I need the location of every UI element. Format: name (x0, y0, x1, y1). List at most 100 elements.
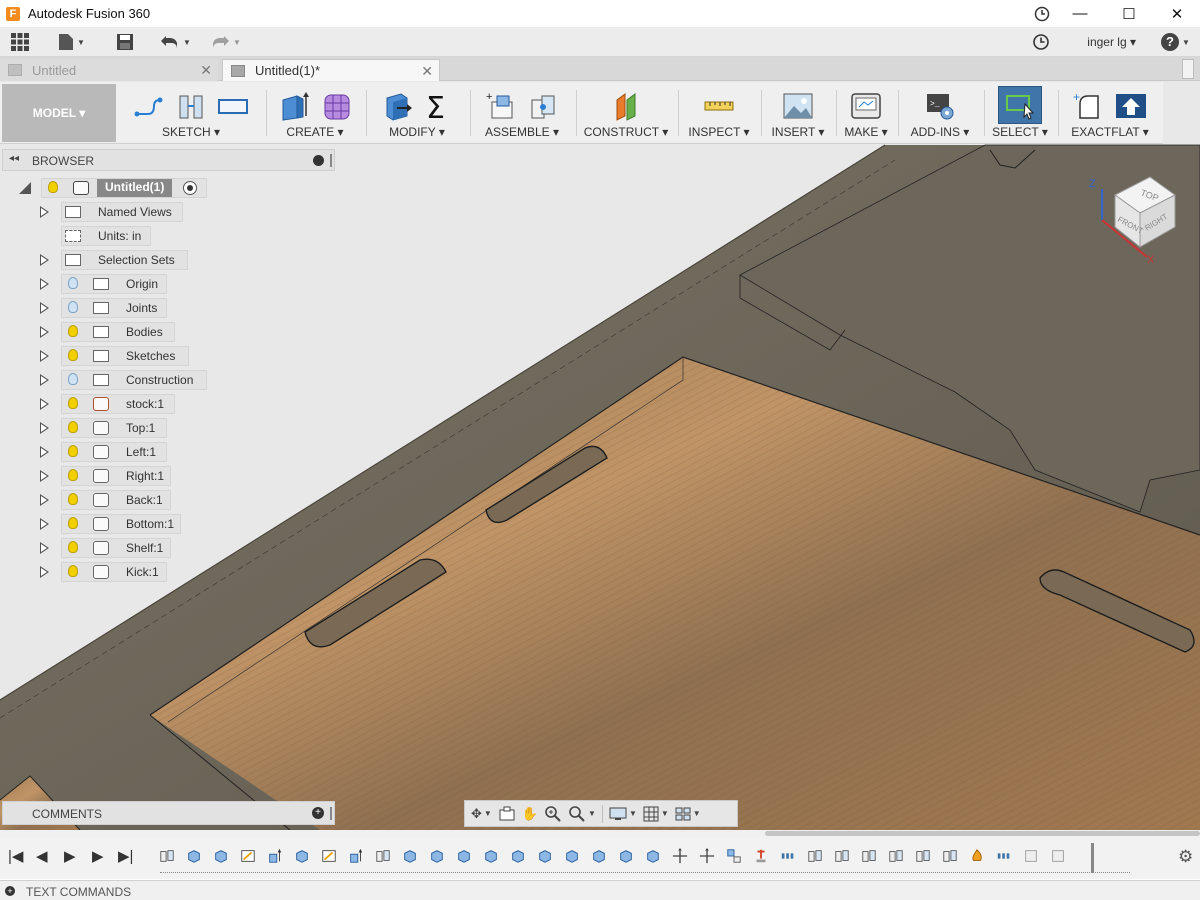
make-group[interactable]: MAKE ▾ (838, 84, 894, 142)
comments-panel[interactable]: COMMENTS + (2, 801, 335, 825)
timeline-feature-joint-icon[interactable] (833, 848, 851, 864)
timeline-feature-box-icon[interactable] (212, 848, 230, 864)
expand-arrow-icon[interactable] (40, 350, 49, 362)
timeline-feature-box-icon[interactable] (590, 848, 608, 864)
timeline-feature-box-icon[interactable] (617, 848, 635, 864)
tab-untitled-1[interactable]: Untitled(1)* ✕ (222, 59, 440, 81)
activate-radio-icon[interactable] (183, 181, 197, 195)
timeline-scroll-thumb[interactable] (765, 831, 1200, 836)
job-status-clock-icon[interactable] (1032, 31, 1050, 53)
visibility-bulb-icon[interactable] (68, 469, 78, 481)
timeline-feature-move-icon[interactable] (671, 848, 689, 864)
joint-icon[interactable] (526, 90, 560, 122)
undo-icon[interactable]: ▼ (160, 31, 191, 53)
3d-print-icon[interactable] (849, 90, 883, 122)
expand-arrow-icon[interactable] (40, 446, 49, 458)
sketch-dimension-icon[interactable] (174, 90, 208, 122)
select-window-icon[interactable] (1003, 90, 1037, 122)
press-pull-icon[interactable] (379, 90, 413, 122)
orbit-icon[interactable]: ✥ ▼ (471, 805, 492, 823)
timeline-feature-extrude-icon[interactable] (347, 848, 365, 864)
visibility-bulb-icon[interactable] (68, 421, 78, 433)
look-at-icon[interactable] (498, 805, 516, 823)
assemble-group[interactable]: + ASSEMBLE ▾ (472, 84, 572, 142)
expand-arrow-icon[interactable] (40, 422, 49, 434)
timeline-feature-dots-icon[interactable] (779, 848, 797, 864)
tab-untitled[interactable]: Untitled ✕ (0, 59, 218, 81)
viewcube[interactable]: TOP FRONT RIGHT Z X (1085, 165, 1185, 265)
timeline-feature-dots-icon[interactable] (995, 848, 1013, 864)
timeline-feature-dim-icon[interactable] (1022, 848, 1040, 864)
browser-pin-icon[interactable] (313, 155, 324, 166)
create-group[interactable]: CREATE ▾ (268, 84, 362, 142)
add-ins-group[interactable]: >_ ADD-INS ▾ (900, 84, 980, 142)
offset-plane-icon[interactable] (609, 90, 643, 122)
visibility-bulb-icon[interactable] (68, 277, 78, 289)
expand-arrow-icon[interactable] (40, 398, 49, 410)
visibility-bulb-icon[interactable] (68, 325, 78, 337)
exactflat-upload-icon[interactable] (1114, 90, 1148, 122)
timeline-feature-box-icon[interactable] (293, 848, 311, 864)
close-button[interactable]: ✕ (1154, 0, 1200, 27)
timeline-feature-extrude-icon[interactable] (266, 848, 284, 864)
timeline-feature-box-icon[interactable] (509, 848, 527, 864)
insert-image-icon[interactable] (781, 90, 815, 122)
collapse-browser-icon[interactable]: ◂◂ (9, 153, 19, 164)
workspace-switcher[interactable]: MODEL ▾ (2, 84, 116, 142)
modify-group[interactable]: Σ MODIFY ▾ (370, 84, 464, 142)
visibility-bulb-icon[interactable] (68, 445, 78, 457)
expand-arrow-icon[interactable] (40, 470, 49, 482)
grid-settings-icon[interactable]: ▼ (643, 805, 669, 823)
fit-zoom-icon[interactable]: ▼ (568, 805, 596, 823)
select-group[interactable]: SELECT ▾ (986, 84, 1054, 142)
expand-arrow-icon[interactable] (40, 206, 49, 218)
extrude-icon[interactable] (277, 90, 311, 122)
expand-text-commands-icon[interactable]: + (5, 886, 15, 896)
timeline-feature-joint-icon[interactable] (860, 848, 878, 864)
visibility-bulb-icon[interactable] (68, 349, 78, 361)
file-menu-icon[interactable]: ▼ (58, 31, 85, 53)
construct-group[interactable]: CONSTRUCT ▾ (578, 84, 674, 142)
go-to-start-button[interactable]: |◀ (8, 847, 23, 865)
timeline-feature-joint-icon[interactable] (941, 848, 959, 864)
visibility-bulb-icon[interactable] (68, 541, 78, 553)
timeline-feature-box-icon[interactable] (536, 848, 554, 864)
visibility-bulb-icon[interactable] (68, 301, 78, 313)
timeline-feature-box-icon[interactable] (185, 848, 203, 864)
visibility-bulb-icon[interactable] (68, 565, 78, 577)
go-to-end-button[interactable]: ▶| (118, 847, 133, 865)
exactflat-new-icon[interactable]: + (1072, 90, 1106, 122)
timeline-feature-joint-icon[interactable] (158, 848, 176, 864)
step-forward-button[interactable]: ▶ (92, 847, 104, 865)
timeline-feature-box-icon[interactable] (563, 848, 581, 864)
timeline-feature-joint-icon[interactable] (374, 848, 392, 864)
text-commands-panel[interactable]: + TEXT COMMANDS (0, 880, 1200, 900)
timeline-feature-joint-icon[interactable] (806, 848, 824, 864)
save-icon[interactable] (116, 31, 134, 53)
measure-icon[interactable] (702, 90, 736, 122)
browser-panel-header[interactable]: ◂◂ BROWSER (2, 149, 335, 171)
minimize-button[interactable]: — (1057, 0, 1103, 27)
timeline-scroll[interactable] (0, 830, 1200, 837)
expand-arrow-icon[interactable] (40, 566, 49, 578)
timeline-feature-pin-icon[interactable] (752, 848, 770, 864)
exactflat-group[interactable]: + EXACTFLAT ▾ (1060, 84, 1160, 142)
visibility-bulb-icon[interactable] (48, 181, 58, 193)
maximize-button[interactable]: ☐ (1106, 0, 1152, 27)
insert-group[interactable]: INSERT ▾ (763, 84, 833, 142)
sigma-icon[interactable]: Σ (421, 90, 455, 122)
timeline-feature-box-icon[interactable] (644, 848, 662, 864)
timeline-settings-gear-icon[interactable]: ⚙ (1178, 847, 1193, 867)
timeline-feature-box-icon[interactable] (455, 848, 473, 864)
timeline-feature-move-icon[interactable] (698, 848, 716, 864)
browser-resize-handle[interactable] (330, 154, 332, 167)
timeline-marker[interactable] (1091, 843, 1094, 873)
timeline-feature-sketch-icon[interactable] (320, 848, 338, 864)
create-sketch-icon[interactable] (132, 90, 166, 122)
expand-arrow-icon[interactable] (40, 278, 49, 290)
timeline-feature-sketch-icon[interactable] (239, 848, 257, 864)
sketch-group[interactable]: SKETCH ▾ (120, 84, 262, 142)
collapse-arrow-icon[interactable] (19, 182, 31, 194)
close-tab-icon[interactable]: ✕ (200, 62, 212, 79)
expand-arrow-icon[interactable] (40, 326, 49, 338)
